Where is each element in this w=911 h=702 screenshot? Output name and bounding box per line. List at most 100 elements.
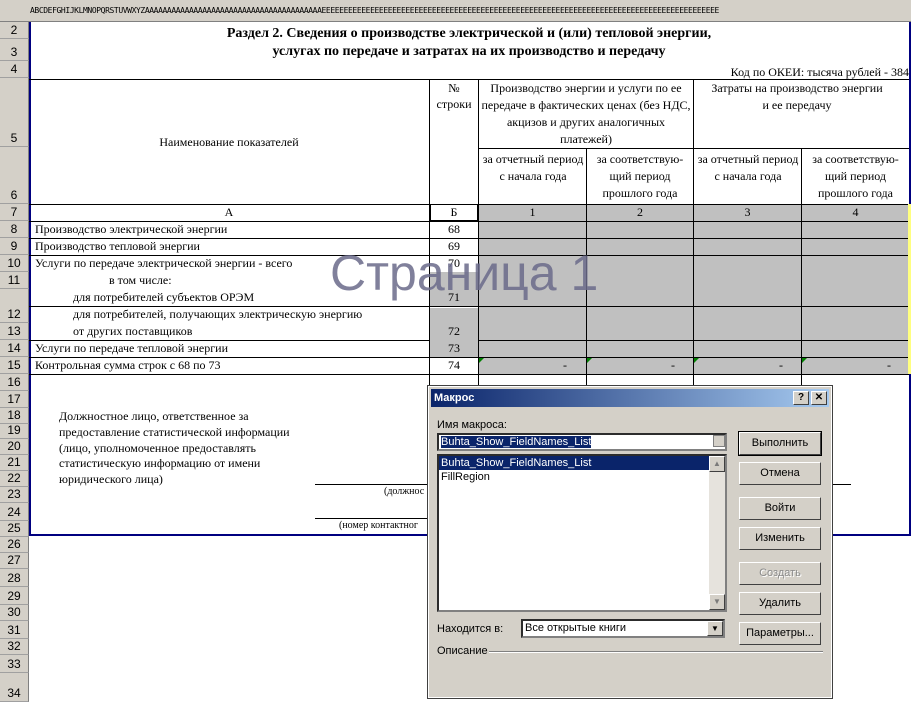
official-text: юридического лица) xyxy=(59,472,163,486)
header-current-1: за отчетный период с начала года xyxy=(482,152,584,183)
row-label: для потребителей субъектов ОРЭМ xyxy=(73,290,255,304)
contact-caption: (номер контактног xyxy=(339,520,418,531)
cancel-button[interactable]: Отмена xyxy=(739,462,821,485)
list-scrollbar[interactable]: ▲ ▼ xyxy=(709,456,725,610)
official-text: (лицо, уполномоченное предоставлять xyxy=(59,441,257,455)
row-header[interactable]: 27 xyxy=(0,553,29,569)
close-icon[interactable]: ✕ xyxy=(811,391,827,405)
row-label: от других поставщиков xyxy=(73,324,193,338)
col-label-4: 4 xyxy=(852,205,859,219)
description-label: Описание xyxy=(437,645,488,657)
edit-button[interactable]: Изменить xyxy=(739,527,821,550)
create-button[interactable]: Создать xyxy=(739,562,821,585)
macro-dialog[interactable]: Макрос ? ✕ Имя макроса: Buhta_Show_Field… xyxy=(427,385,833,699)
checksum-value[interactable]: - xyxy=(779,357,783,374)
col-label-1: 1 xyxy=(529,205,536,219)
row-header[interactable]: 29 xyxy=(0,587,29,605)
row-header[interactable]: 13 xyxy=(0,323,29,340)
checksum-value[interactable]: - xyxy=(671,357,675,374)
row-label: Производство электрической энергии xyxy=(35,222,228,236)
row-label: в том числе: xyxy=(109,273,172,287)
scroll-down-icon[interactable]: ▼ xyxy=(709,594,725,610)
header-current-2: за отчетный период с начала года xyxy=(697,152,799,183)
row-label: Услуги по передаче электрической энергии… xyxy=(35,256,293,270)
run-button[interactable]: Выполнить xyxy=(738,431,822,456)
list-item[interactable]: FillRegion xyxy=(439,470,711,484)
row-header[interactable]: 18 xyxy=(0,408,29,424)
row-header[interactable]: 9 xyxy=(0,238,29,255)
checksum-value[interactable]: - xyxy=(887,357,891,374)
row-number: 68 xyxy=(448,222,460,236)
macro-name-label: Имя макроса: xyxy=(437,419,507,431)
row-header[interactable]: 15 xyxy=(0,357,29,374)
row-label: Контрольная сумма строк с 68 по 73 xyxy=(35,358,221,372)
row-header[interactable]: 8 xyxy=(0,221,29,238)
macro-name-input[interactable]: Buhta_Show_FieldNames_List xyxy=(437,433,727,451)
row-number: 74 xyxy=(448,358,460,372)
row-header[interactable]: 31 xyxy=(0,621,29,639)
row-header[interactable]: 2 xyxy=(0,22,29,39)
col-label-b: Б xyxy=(450,205,458,219)
row-header[interactable]: 26 xyxy=(0,537,29,553)
row-number: 72 xyxy=(448,324,460,338)
macro-list[interactable]: Buhta_Show_FieldNames_List FillRegion ▲ … xyxy=(437,454,727,612)
row-label: Производство тепловой энергии xyxy=(35,239,200,253)
row-header[interactable]: 10 xyxy=(0,255,29,272)
header-costs: Затраты на производство энергии и ее пер… xyxy=(711,81,883,112)
list-item[interactable]: Buhta_Show_FieldNames_List xyxy=(439,456,711,470)
location-label: Находится в: xyxy=(437,623,504,635)
row-header[interactable]: 5 xyxy=(0,78,29,147)
section-title-line1: Раздел 2. Сведения о производстве электр… xyxy=(226,26,712,41)
row-header[interactable]: 23 xyxy=(0,487,29,503)
row-header[interactable]: 3 xyxy=(0,39,29,61)
header-previous-2: за соответствую-щий период прошлого года xyxy=(812,152,899,200)
official-text: статистическую информацию от имени xyxy=(59,456,261,470)
column-header-strip[interactable]: ABCDEFGHIJKLMNOPQRSTUVWXYZAAAAAAAAAAAAAA… xyxy=(0,0,911,22)
row-header[interactable]: 21 xyxy=(0,455,29,471)
header-previous-1: за соответствую-щий период прошлого года xyxy=(596,152,684,200)
row-header[interactable]: 30 xyxy=(0,605,29,621)
row-header[interactable]: 32 xyxy=(0,639,29,655)
row-header[interactable]: 6 xyxy=(0,147,29,204)
row-header[interactable]: 20 xyxy=(0,439,29,455)
row-header[interactable]: 11 xyxy=(0,272,29,289)
row-header[interactable]: 22 xyxy=(0,471,29,487)
row-header[interactable]: 19 xyxy=(0,423,29,439)
dialog-titlebar[interactable]: Макрос ? ✕ xyxy=(431,389,829,407)
row-header[interactable]: 12 xyxy=(0,289,29,323)
help-button[interactable]: ? xyxy=(793,391,809,405)
row-header[interactable]: 7 xyxy=(0,204,29,221)
section-title-line2: услугах по передаче и затратах на их про… xyxy=(272,44,666,59)
row-label: для потребителей, получающих электрическ… xyxy=(73,307,363,321)
row-header[interactable]: 34 xyxy=(0,673,29,702)
row-number: 73 xyxy=(448,341,460,355)
row-header[interactable]: 33 xyxy=(0,655,29,673)
signature-caption: (должнос xyxy=(384,486,425,497)
col-label-2: 2 xyxy=(637,205,643,219)
location-select[interactable]: Все открытые книги ▼ xyxy=(521,619,725,638)
checksum-value[interactable]: - xyxy=(563,357,567,374)
row-header[interactable]: 4 xyxy=(0,61,29,78)
dialog-title: Макрос xyxy=(434,392,475,404)
delete-button[interactable]: Удалить xyxy=(739,592,821,615)
col-label-a: А xyxy=(224,205,234,219)
col-label-3: 3 xyxy=(744,205,751,219)
row-header[interactable]: 24 xyxy=(0,503,29,521)
row-label: Услуги по передаче тепловой энергии xyxy=(35,341,229,355)
row-header[interactable]: 25 xyxy=(0,521,29,537)
scroll-up-icon[interactable]: ▲ xyxy=(709,456,725,472)
row-header[interactable]: 16 xyxy=(0,374,29,391)
options-button[interactable]: Параметры... xyxy=(739,622,821,645)
official-text: предоставление статистической информации xyxy=(59,425,290,439)
chevron-down-icon[interactable]: ▼ xyxy=(707,621,723,636)
row-header[interactable]: 28 xyxy=(0,569,29,587)
row-header[interactable]: 17 xyxy=(0,391,29,408)
row-header[interactable]: 14 xyxy=(0,340,29,357)
header-name: Наименование показателей xyxy=(159,135,299,149)
page-watermark: Страница 1 xyxy=(330,245,599,301)
collapse-dialog-icon[interactable] xyxy=(713,435,725,447)
header-production: Производство энергии и услуги по ее пере… xyxy=(481,81,691,146)
step-into-button[interactable]: Войти xyxy=(739,497,821,520)
official-text: Должностное лицо, ответственное за xyxy=(59,409,249,423)
description-divider xyxy=(489,651,823,653)
